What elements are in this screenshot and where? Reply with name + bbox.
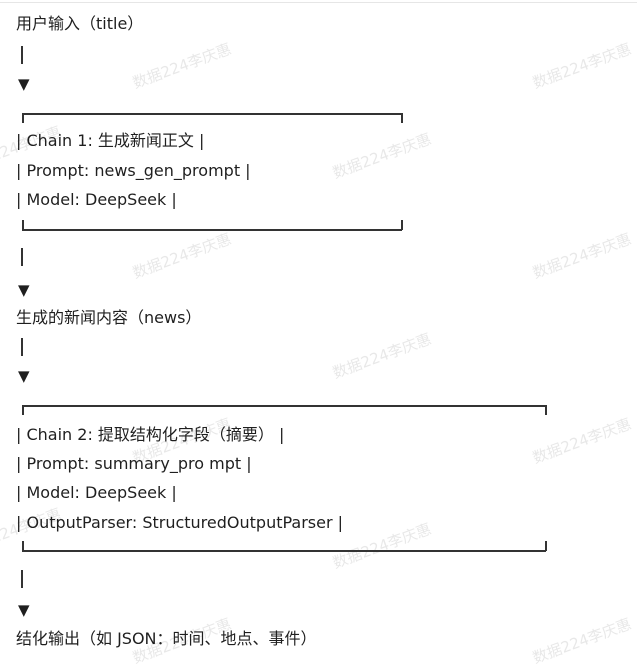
- chain1-title: | Chain 1: 生成新闻正文 |: [16, 131, 205, 150]
- chain2-title: | Chain 2: 提取结构化字段（摘要） |: [16, 425, 285, 444]
- down-arrow-icon: ▼: [18, 75, 30, 93]
- connector-pipe: [21, 338, 23, 356]
- connector-pipe: [21, 570, 23, 588]
- watermark: 数据224李庆惠: [330, 329, 434, 383]
- watermark: 数据224李庆惠: [130, 229, 234, 283]
- chain1-prompt: | Prompt: news_gen_prompt |: [16, 161, 251, 180]
- top-divider: [0, 2, 637, 3]
- watermark: 数据224李庆惠: [530, 414, 634, 468]
- down-arrow-icon: ▼: [18, 601, 30, 619]
- chain2-model: | Model: DeepSeek |: [16, 483, 177, 502]
- connector-pipe: [21, 46, 23, 64]
- down-arrow-icon: ▼: [18, 367, 30, 385]
- watermark: 数据224李庆惠: [130, 39, 234, 93]
- news-label: 生成的新闻内容（news）: [16, 308, 202, 327]
- input-label: 用户输入（title）: [16, 14, 144, 33]
- watermark: 数据224李庆惠: [330, 129, 434, 183]
- output-label: 结化输出（如 JSON：时间、地点、事件）: [16, 629, 317, 648]
- chain2-output-parser: | OutputParser: StructuredOutputParser |: [16, 513, 344, 532]
- watermark: 数据224李庆惠: [530, 614, 634, 668]
- chain2-prompt: | Prompt: summary_pro mpt |: [16, 454, 252, 473]
- watermark: 数据224李庆惠: [330, 519, 434, 573]
- connector-pipe: [21, 248, 23, 266]
- down-arrow-icon: ▼: [18, 281, 30, 299]
- watermark: 数据224李庆惠: [530, 39, 634, 93]
- watermark: 数据224李庆惠: [530, 229, 634, 283]
- chain1-model: | Model: DeepSeek |: [16, 190, 177, 209]
